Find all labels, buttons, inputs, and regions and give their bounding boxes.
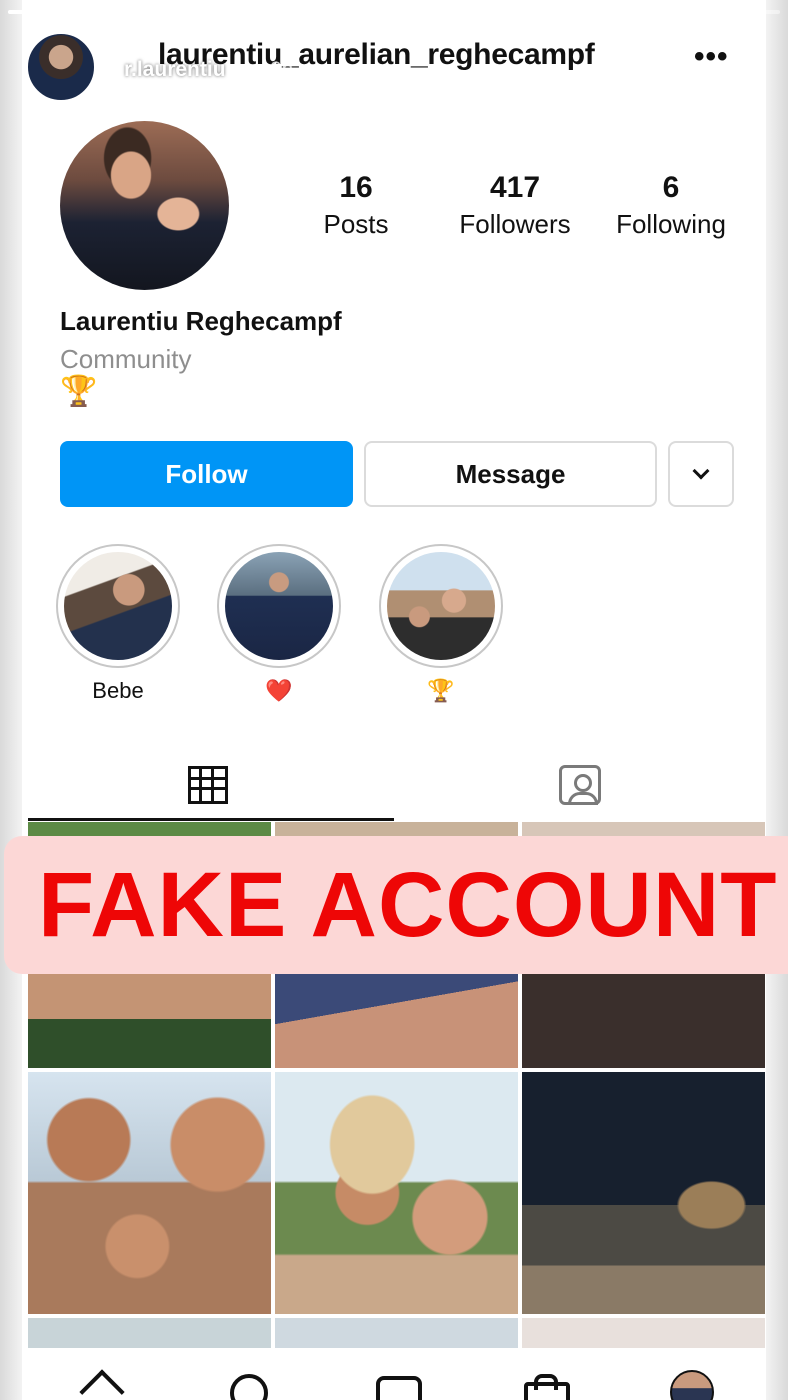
progress-fill (397, 10, 577, 14)
search-icon[interactable] (226, 1372, 270, 1400)
post-thumbnail[interactable] (522, 1318, 765, 1348)
progress-segment (202, 10, 391, 14)
grid-icon (188, 766, 228, 804)
progress-segment (8, 10, 197, 14)
highlight-cover (387, 552, 495, 660)
posts-count: 16 (339, 171, 373, 204)
highlight-label: 🏆 (427, 678, 455, 703)
highlight-label: Bebe (92, 678, 144, 703)
progress-fill (202, 10, 391, 14)
progress-segment (591, 10, 780, 14)
story-header: r.laurentiu 2h (26, 32, 766, 104)
highlight-cover (225, 552, 333, 660)
suggested-dropdown-button[interactable] (668, 441, 734, 507)
profile-nav-avatar[interactable] (670, 1370, 714, 1400)
story-highlight[interactable]: 🏆 (379, 544, 503, 706)
fake-account-sticker: FAKE ACCOUNT (4, 836, 788, 974)
highlight-ring (56, 544, 180, 668)
post-thumbnail[interactable] (522, 1072, 765, 1314)
profile-category: Community (60, 344, 192, 374)
message-button[interactable]: Message (364, 441, 657, 507)
chevron-down-icon (692, 462, 710, 480)
screen-edge-right (766, 0, 788, 1400)
posts-label: Posts (323, 209, 389, 239)
profile-tabs (22, 748, 766, 822)
highlight-cover (64, 552, 172, 660)
progress-segment (397, 10, 586, 14)
screen-edge-left (0, 0, 22, 1400)
story-timestamp: 2h (270, 58, 294, 81)
fake-account-text: FAKE ACCOUNT (38, 853, 778, 956)
story-highlight[interactable]: Bebe (56, 544, 180, 706)
stat-followers[interactable]: 417 Followers (450, 170, 580, 242)
progress-fill (8, 10, 197, 14)
story-highlight[interactable]: ❤️ (217, 544, 341, 706)
stat-following[interactable]: 6 Following (608, 170, 734, 242)
tagged-person-icon (559, 765, 601, 805)
followers-label: Followers (459, 209, 571, 239)
reels-icon[interactable] (374, 1372, 422, 1400)
post-thumbnail[interactable] (28, 1318, 271, 1348)
stat-posts[interactable]: 16 Posts (310, 170, 402, 242)
instagram-profile-screenshot: laurentiu_aurelian_reghecampf ••• 16 Pos… (22, 0, 766, 1400)
post-thumbnail[interactable] (28, 1072, 271, 1314)
bottom-nav (22, 1352, 766, 1400)
post-thumbnail[interactable] (275, 1318, 518, 1348)
story-author-username[interactable]: r.laurentiu (124, 58, 226, 82)
following-count: 6 (662, 171, 680, 204)
follow-button[interactable]: Follow (60, 441, 353, 507)
followers-count: 417 (489, 171, 541, 204)
highlight-ring (217, 544, 341, 668)
tab-tagged[interactable] (394, 748, 766, 822)
vertical-dots-icon[interactable] (730, 46, 746, 86)
active-tab-indicator (28, 818, 394, 821)
highlight-label: ❤️ (265, 678, 293, 703)
home-icon[interactable] (80, 1372, 124, 1400)
story-viewer: laurentiu_aurelian_reghecampf ••• 16 Pos… (0, 0, 788, 1400)
post-thumbnail[interactable] (275, 1072, 518, 1314)
following-label: Following (616, 209, 726, 239)
profile-bio: 🏆 (60, 375, 98, 408)
profile-full-name: Laurentiu Reghecampf (60, 306, 342, 336)
highlight-ring (379, 544, 503, 668)
shop-icon[interactable] (522, 1372, 570, 1400)
story-author-avatar[interactable] (26, 32, 96, 102)
story-progress-bar (8, 10, 780, 14)
tab-posts-grid[interactable] (22, 748, 394, 822)
profile-avatar[interactable] (60, 121, 229, 290)
